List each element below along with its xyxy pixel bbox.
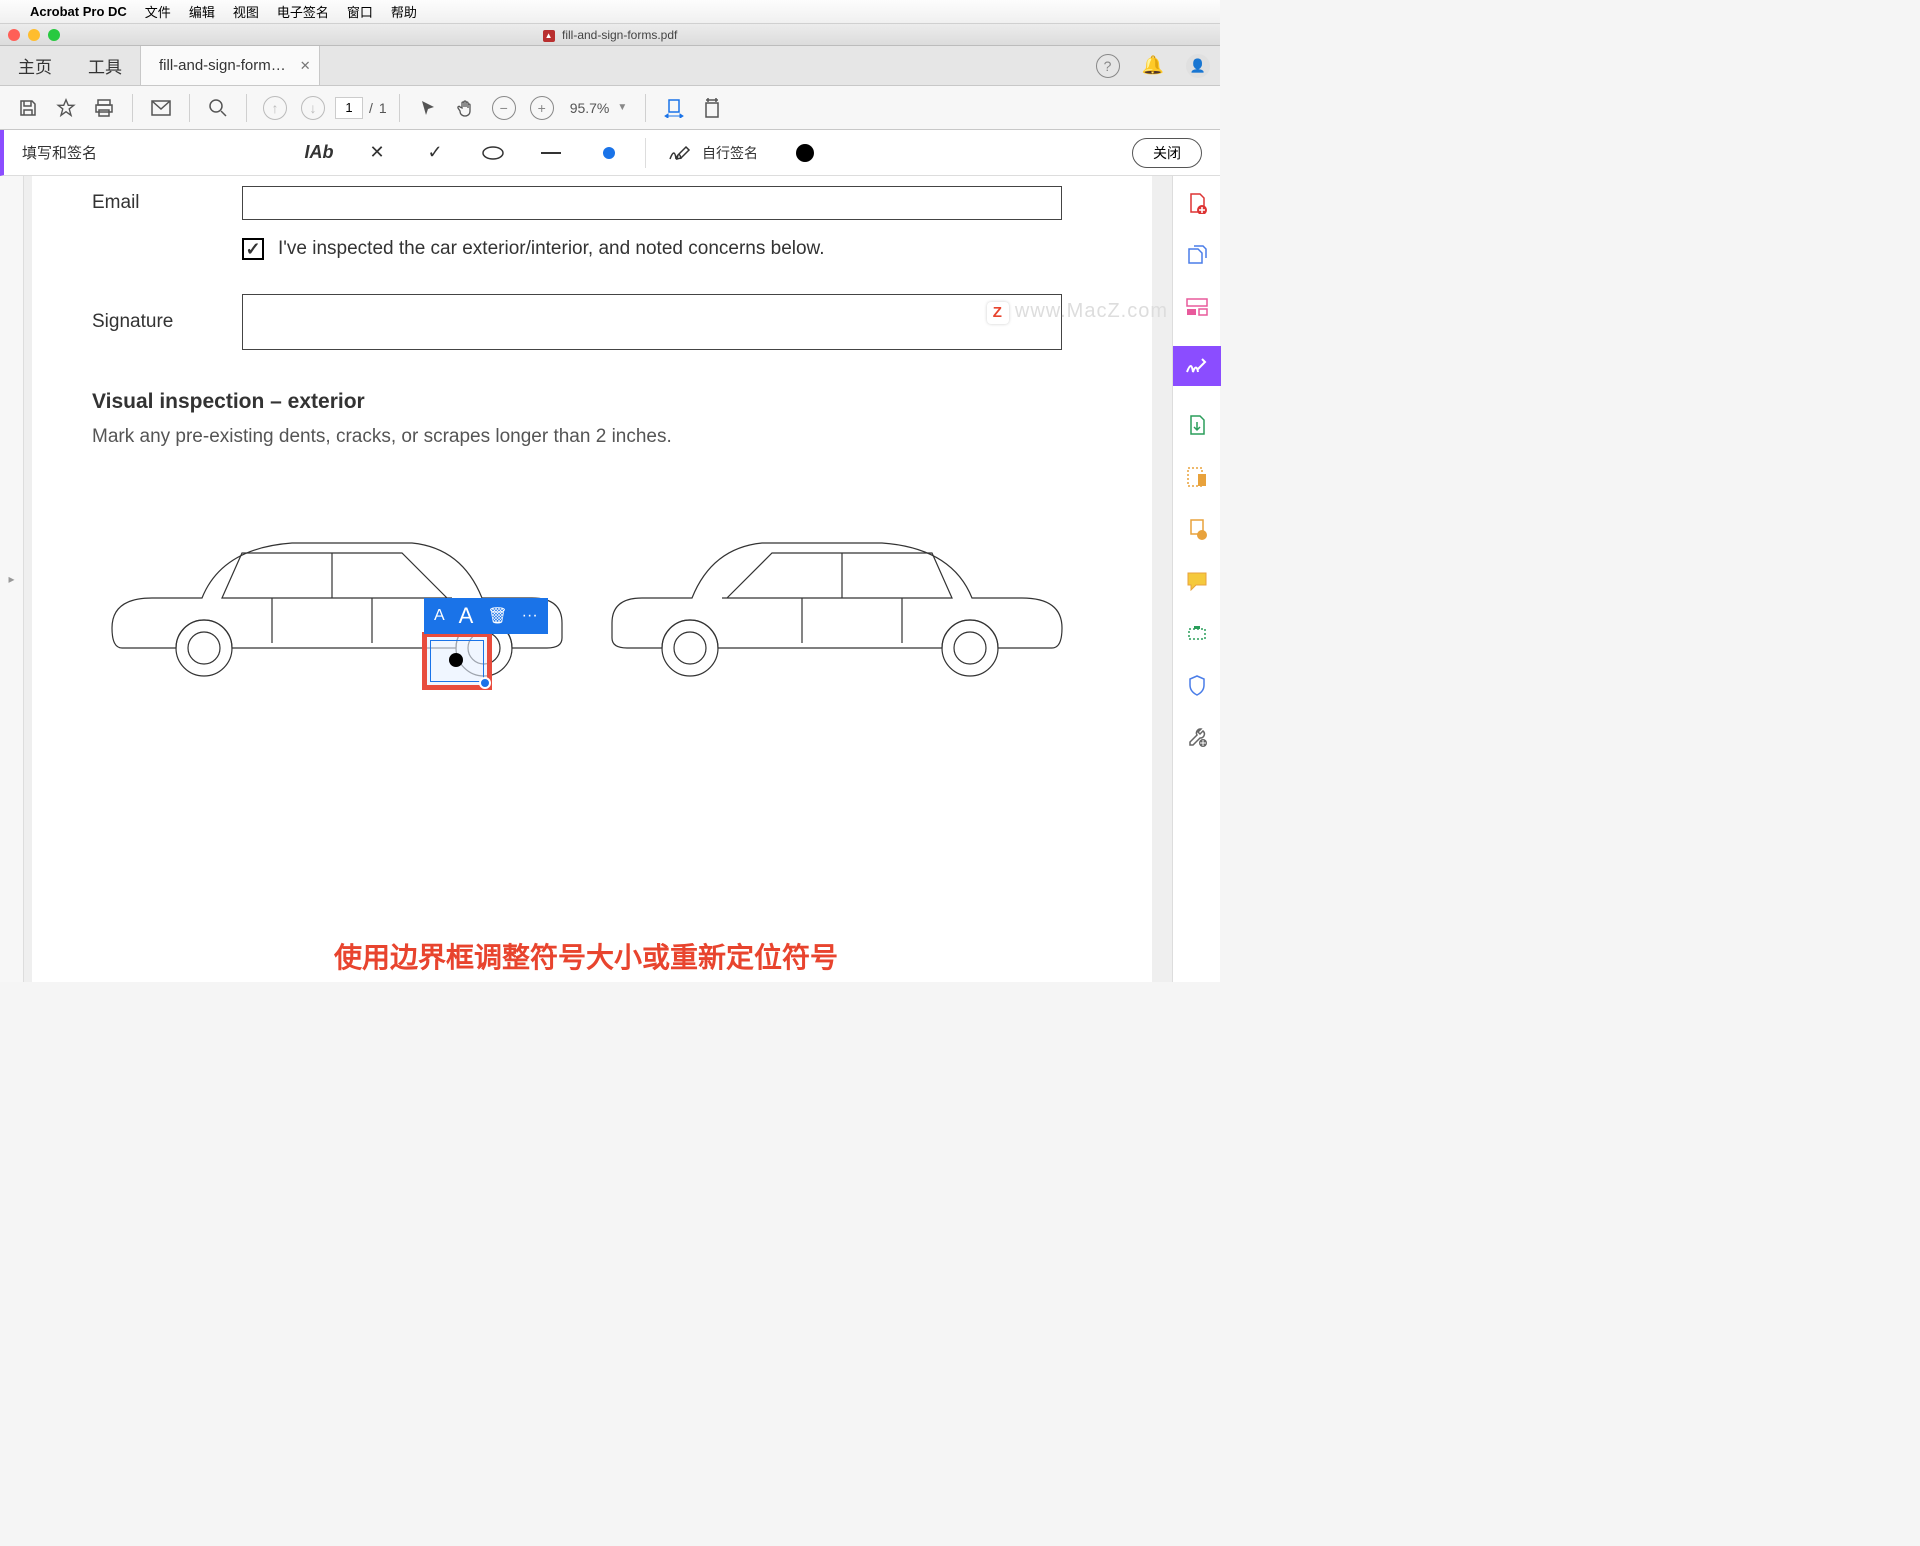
resize-handle[interactable] [479,677,491,689]
x-mark-tool[interactable]: ✕ [363,139,391,167]
export-pdf-icon[interactable] [1184,412,1210,438]
window-controls [8,29,60,41]
maximize-window-button[interactable] [48,29,60,41]
menu-view[interactable]: 视图 [233,2,259,21]
create-pdf-icon[interactable] [1184,190,1210,216]
macos-menubar: Acrobat Pro DC 文件 编辑 视图 电子签名 窗口 帮助 [0,0,1220,24]
car-side-left [92,508,572,683]
app-name[interactable]: Acrobat Pro DC [30,4,127,19]
menu-window[interactable]: 窗口 [347,2,373,21]
notifications-icon[interactable]: 🔔 [1142,55,1164,76]
fill-sign-icon[interactable] [1173,346,1221,386]
annotation-selection-box[interactable] [422,632,492,690]
close-window-button[interactable] [8,29,20,41]
signature-label: Signature [92,311,242,333]
email-label: Email [92,192,242,214]
line-tool[interactable] [537,139,565,167]
section-subtext: Mark any pre-existing dents, cracks, or … [92,426,1092,448]
page-up-button[interactable]: ↑ [259,92,291,124]
zoom-out-button[interactable]: − [488,92,520,124]
menu-help[interactable]: 帮助 [391,2,417,21]
comment-icon[interactable] [1184,568,1210,594]
more-options-button[interactable]: ··· [522,607,538,625]
menu-file[interactable]: 文件 [145,2,171,21]
more-tools-icon[interactable] [1184,724,1210,750]
document-area[interactable]: Email ✓ I've inspected the car exterior/… [24,176,1172,982]
tab-tools[interactable]: 工具 [70,46,140,85]
tab-document[interactable]: fill-and-sign-form… ✕ [140,46,320,85]
account-avatar[interactable]: 👤 [1186,54,1210,78]
tab-document-label: fill-and-sign-form… [159,57,286,74]
edit-pdf-icon[interactable] [1184,464,1210,490]
color-indicator[interactable] [796,144,814,162]
window-titlebar: ▲ fill-and-sign-forms.pdf [0,24,1220,46]
print-button[interactable] [88,92,120,124]
car-side-right [602,508,1082,683]
car-diagrams [92,508,1092,683]
tab-close-icon[interactable]: ✕ [300,58,311,74]
pdf-page[interactable]: Email ✓ I've inspected the car exterior/… [32,176,1152,982]
workspace: ▸ Email ✓ I've inspected the car exterio… [0,176,1220,982]
star-button[interactable] [50,92,82,124]
signature-icon [668,143,692,163]
circle-tool[interactable] [479,139,507,167]
check-mark-tool[interactable]: ✓ [421,139,449,167]
print-production-icon[interactable] [1184,620,1210,646]
zoom-in-button[interactable]: + [526,92,558,124]
signature-field[interactable] [242,294,1062,350]
minimize-window-button[interactable] [28,29,40,41]
self-sign-button[interactable]: 自行签名 [668,143,758,163]
page-down-button[interactable]: ↓ [297,92,329,124]
right-tool-panel [1172,176,1220,982]
hand-tool[interactable] [450,92,482,124]
section-heading: Visual inspection – exterior [92,390,1092,414]
watermark: Zwww.MacZ.com [987,300,1168,324]
dot-tool[interactable] [595,139,623,167]
select-tool[interactable] [412,92,444,124]
tab-home[interactable]: 主页 [0,46,70,85]
main-toolbar: ↑ ↓ / 1 − + 95.7%▼ [0,86,1220,130]
pdf-icon: ▲ [543,30,555,42]
fit-page-button[interactable] [696,92,728,124]
close-button[interactable]: 关闭 [1132,138,1202,168]
organize-pages-icon[interactable] [1184,294,1210,320]
delete-annotation-button[interactable]: 🗑 [487,606,507,626]
annotation-toolbar: A A 🗑 ··· [424,598,548,634]
window-title: ▲ fill-and-sign-forms.pdf [0,28,1220,42]
inspection-text: I've inspected the car exterior/interior… [278,238,825,260]
fill-sign-title: 填写和签名 [22,142,97,163]
combine-files-icon[interactable] [1184,242,1210,268]
tab-row: 主页 工具 fill-and-sign-form… ✕ ? 🔔 👤 [0,46,1220,86]
save-button[interactable] [12,92,44,124]
zoom-level[interactable]: 95.7%▼ [564,100,634,116]
increase-size-button[interactable]: A [459,603,474,629]
left-panel-toggle[interactable]: ▸ [0,176,24,982]
stamp-icon[interactable] [1184,516,1210,542]
dot-annotation[interactable] [449,653,463,667]
page-indicator: / 1 [335,97,387,119]
fit-width-button[interactable] [658,92,690,124]
page-number-input[interactable] [335,97,363,119]
inspection-checkbox[interactable]: ✓ [242,238,264,260]
search-button[interactable] [202,92,234,124]
help-icon[interactable]: ? [1096,54,1120,78]
menu-esign[interactable]: 电子签名 [277,2,329,21]
page-total: 1 [379,100,387,116]
fill-sign-toolbar: 填写和签名 IAb ✕ ✓ 自行签名 关闭 [0,130,1220,176]
email-button[interactable] [145,92,177,124]
email-field[interactable] [242,186,1062,220]
protect-icon[interactable] [1184,672,1210,698]
instruction-caption: 使用边界框调整符号大小或重新定位符号 [0,936,1172,976]
decrease-size-button[interactable]: A [434,607,445,625]
text-tool[interactable]: IAb [305,139,333,167]
menu-edit[interactable]: 编辑 [189,2,215,21]
